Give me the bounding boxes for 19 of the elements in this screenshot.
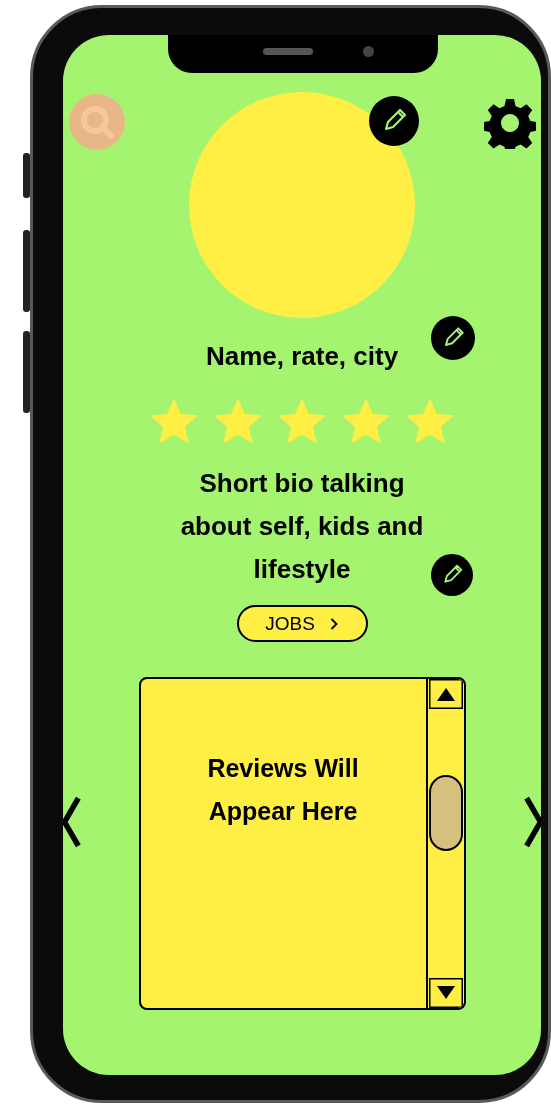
profile-name: Name, rate, city: [205, 340, 399, 372]
scroll-up-icon[interactable]: [428, 679, 463, 709]
scrollbar[interactable]: [425, 679, 464, 1008]
settings-icon[interactable]: [484, 97, 536, 149]
star-icon: [150, 398, 198, 446]
jobs-button[interactable]: JOBS: [236, 605, 368, 642]
reviews-placeholder: Reviews Will Appear Here: [206, 753, 360, 827]
edit-icon[interactable]: [431, 316, 475, 360]
chevron-right-icon: [328, 616, 339, 631]
edit-icon[interactable]: [431, 554, 473, 596]
reviews-text-area[interactable]: Reviews Will Appear Here: [138, 677, 466, 1010]
star-icon: [342, 398, 390, 446]
star-icon: [406, 398, 454, 446]
scroll-down-icon[interactable]: [428, 978, 463, 1008]
scrollbar-thumb[interactable]: [428, 775, 463, 851]
profile-bio: Short bio talking about self, kids and lifestyle: [179, 467, 425, 586]
edit-icon[interactable]: [369, 96, 419, 146]
star-icon: [278, 398, 326, 446]
star-icon: [214, 398, 262, 446]
